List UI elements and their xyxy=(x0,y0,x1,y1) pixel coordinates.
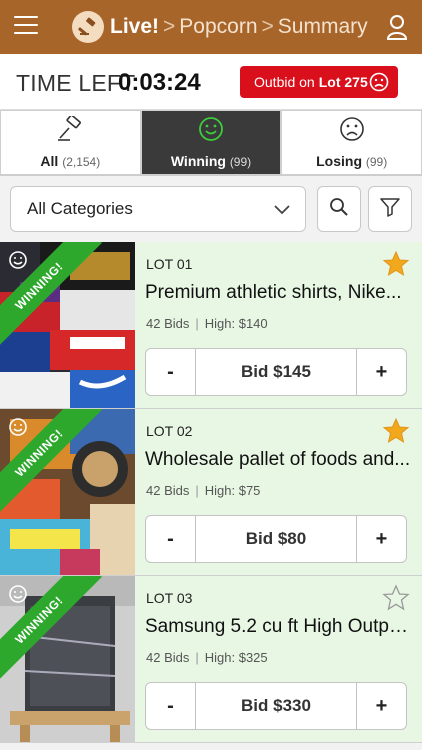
app-header: Live! > Popcorn > Summary xyxy=(0,0,422,54)
smile-icon xyxy=(8,584,28,609)
breadcrumb: Live! > Popcorn > Summary xyxy=(72,10,368,44)
lot-number: LOT 03 xyxy=(146,590,193,606)
tab-all[interactable]: All (2,154) xyxy=(0,110,141,175)
increase-bid-button[interactable]: + xyxy=(356,683,406,729)
place-bid-button[interactable]: Bid $145 xyxy=(196,349,356,395)
filter-bar: All Categories xyxy=(0,176,422,242)
lot-photo-appliance: WINNING! xyxy=(0,576,135,742)
high-bid: High: $75 xyxy=(204,483,261,498)
list-item[interactable]: WINNING! LOT 03 Samsung 5.2 cu ft High O… xyxy=(0,576,422,743)
tab-losing[interactable]: Losing (99) xyxy=(281,110,422,175)
lot-title[interactable]: Wholesale pallet of foods and... xyxy=(145,449,413,471)
smile-icon xyxy=(8,417,28,442)
outbid-lot: Lot 275 xyxy=(318,74,368,90)
outbid-alert-button[interactable]: Outbid on Lot 275 xyxy=(240,66,398,98)
lot-meta: 42 Bids | High: $140 xyxy=(146,316,268,331)
lot-title[interactable]: Samsung 5.2 cu ft High Output... xyxy=(145,616,413,638)
crumb-auction[interactable]: Popcorn xyxy=(179,15,257,39)
decrease-bid-button[interactable]: - xyxy=(146,516,196,562)
category-value: All Categories xyxy=(27,199,133,218)
high-bid: High: $140 xyxy=(204,316,268,331)
outbid-prefix: Outbid on xyxy=(254,74,315,90)
star-filled-icon[interactable] xyxy=(382,250,410,283)
bid-stepper: - Bid $80 + xyxy=(145,515,407,563)
place-bid-button[interactable]: Bid $330 xyxy=(196,683,356,729)
bid-count: 42 Bids xyxy=(146,483,190,498)
smile-icon xyxy=(198,116,224,147)
high-bid: High: $325 xyxy=(204,650,268,665)
increase-bid-button[interactable]: + xyxy=(356,516,406,562)
increase-bid-button[interactable]: + xyxy=(356,349,406,395)
bid-count: 42 Bids xyxy=(146,316,190,331)
menu-icon[interactable] xyxy=(14,16,38,36)
tab-winning-label: Winning xyxy=(170,153,226,169)
gavel-icon xyxy=(56,114,84,147)
search-icon xyxy=(329,197,349,222)
lot-photo-shirts: WINNING! xyxy=(0,242,135,408)
time-left-value: 0:03:24 xyxy=(118,69,201,96)
lot-number: LOT 01 xyxy=(146,256,193,272)
crumb-separator: > xyxy=(163,15,176,38)
lot-meta: 42 Bids | High: $325 xyxy=(146,650,268,665)
search-button[interactable] xyxy=(317,186,361,232)
time-left-bar: TIME LEFT 0:03:24 Outbid on Lot 275 xyxy=(0,54,422,110)
star-filled-icon[interactable] xyxy=(382,417,410,450)
tab-winning[interactable]: Winning (99) xyxy=(140,110,282,175)
decrease-bid-button[interactable]: - xyxy=(146,683,196,729)
filter-tabs: All (2,154) Winning (99) Losing (99) xyxy=(0,110,422,176)
frown-icon xyxy=(339,116,365,147)
bid-count: 42 Bids xyxy=(146,650,190,665)
bid-stepper: - Bid $145 + xyxy=(145,348,407,396)
crumb-summary: Summary xyxy=(277,15,368,38)
lot-list: WINNING! LOT 01 Premium athletic shirts,… xyxy=(0,242,422,743)
user-icon[interactable] xyxy=(386,14,408,40)
tab-winning-count: (99) xyxy=(229,155,252,169)
place-bid-button[interactable]: Bid $80 xyxy=(196,516,356,562)
lot-photo-foods: WINNING! xyxy=(0,409,135,575)
frown-icon xyxy=(369,72,389,95)
star-outline-icon[interactable] xyxy=(382,584,410,617)
lot-title[interactable]: Premium athletic shirts, Nike... xyxy=(145,282,413,304)
tab-all-count: (2,154) xyxy=(62,155,101,169)
tab-all-label: All xyxy=(40,153,59,169)
list-item[interactable]: WINNING! LOT 02 Wholesale pallet of food… xyxy=(0,409,422,576)
chevron-down-icon xyxy=(273,201,291,221)
tab-losing-label: Losing xyxy=(316,153,362,169)
gavel-logo-icon xyxy=(72,11,104,43)
lot-meta: 42 Bids | High: $75 xyxy=(146,483,261,498)
crumb-separator: > xyxy=(261,15,274,38)
filter-button[interactable] xyxy=(368,186,412,232)
filter-icon xyxy=(379,197,401,222)
bid-stepper: - Bid $330 + xyxy=(145,682,407,730)
lot-number: LOT 02 xyxy=(146,423,193,439)
category-select[interactable]: All Categories xyxy=(10,186,306,232)
crumb-live[interactable]: Live! xyxy=(110,15,159,39)
smile-icon xyxy=(8,250,28,275)
decrease-bid-button[interactable]: - xyxy=(146,349,196,395)
tab-losing-count: (99) xyxy=(365,155,388,169)
list-item[interactable]: WINNING! LOT 01 Premium athletic shirts,… xyxy=(0,242,422,409)
